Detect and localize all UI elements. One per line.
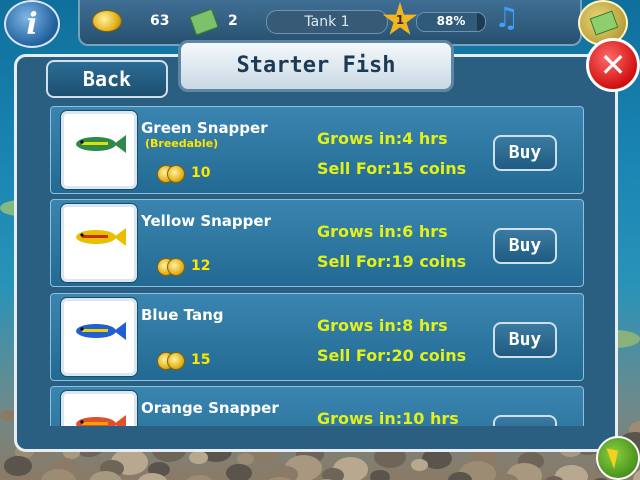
fish-row: Blue Tang 15 Grows in:8 hrs Sell For:20 coi… (50, 293, 584, 381)
tank-selector[interactable]: Tank 1 (266, 10, 388, 34)
fish-row: Yellow Snapper 12 Grows in:6 hrs Sell For:1… (50, 199, 584, 287)
fish-row: Green Snapper (Breedable) 10 Grows in:4 hrs… (50, 106, 584, 194)
sell-price: Sell For:20 coins (317, 346, 467, 365)
breedable-tag: (Breedable) (145, 137, 219, 150)
fish-row: Orange Snapper Grows in:10 hrs (50, 386, 584, 426)
buy-button[interactable]: Buy (493, 228, 557, 264)
grow-time: Grows in:4 hrs (317, 129, 448, 148)
fish-price: 10 (191, 165, 211, 181)
fish-name: Green Snapper (141, 119, 268, 137)
sell-price: Sell For:15 coins (317, 159, 467, 178)
back-button[interactable]: Back (46, 60, 168, 98)
grow-time: Grows in:10 hrs (317, 409, 459, 426)
buy-button[interactable]: Buy (493, 135, 557, 171)
price-coin-icon (157, 352, 185, 370)
coins-icon (92, 10, 122, 32)
cash-bill-icon (589, 10, 619, 36)
fish-icon (76, 135, 126, 153)
fish-name: Yellow Snapper (141, 212, 271, 230)
dialog-title: Starter Fish (178, 40, 454, 92)
price-coin-icon (157, 258, 185, 276)
pointer-button[interactable] (596, 436, 640, 480)
fish-thumbnail[interactable] (61, 111, 137, 189)
pebble (370, 470, 390, 480)
fish-price: 12 (191, 258, 211, 274)
buy-button[interactable] (493, 415, 557, 426)
cash-count: 2 (228, 13, 238, 29)
fish-icon (76, 322, 126, 340)
close-button[interactable]: ✕ (586, 38, 640, 92)
pebble (189, 451, 208, 465)
buy-button[interactable]: Buy (493, 322, 557, 358)
fish-thumbnail[interactable] (61, 204, 137, 282)
fish-price: 15 (191, 352, 211, 368)
sell-price: Sell For:19 coins (317, 252, 467, 271)
fish-thumbnail[interactable] (61, 391, 137, 426)
grow-time: Grows in:6 hrs (317, 222, 448, 241)
xp-progress-bar: 88% (416, 12, 486, 32)
pebble (4, 456, 32, 476)
level-number: 1 (395, 13, 405, 27)
xp-percent: 88% (436, 14, 466, 28)
fish-icon (76, 228, 126, 246)
coins-count: 63 (150, 13, 170, 29)
pebble (411, 459, 428, 471)
cash-icon (189, 8, 219, 36)
fish-list[interactable]: Green Snapper (Breedable) 10 Grows in:4 hrs… (50, 106, 584, 426)
pebble (226, 464, 252, 480)
pebble (185, 475, 214, 480)
fish-name: Blue Tang (141, 306, 224, 324)
info-button[interactable]: i (4, 0, 60, 48)
close-icon: ✕ (599, 46, 627, 84)
music-note-icon[interactable]: ♫ (494, 4, 519, 32)
fish-name: Orange Snapper (141, 399, 279, 417)
price-coin-icon (157, 165, 185, 183)
fish-thumbnail[interactable] (61, 298, 137, 376)
fish-icon (76, 415, 126, 426)
grow-time: Grows in:8 hrs (317, 316, 448, 335)
